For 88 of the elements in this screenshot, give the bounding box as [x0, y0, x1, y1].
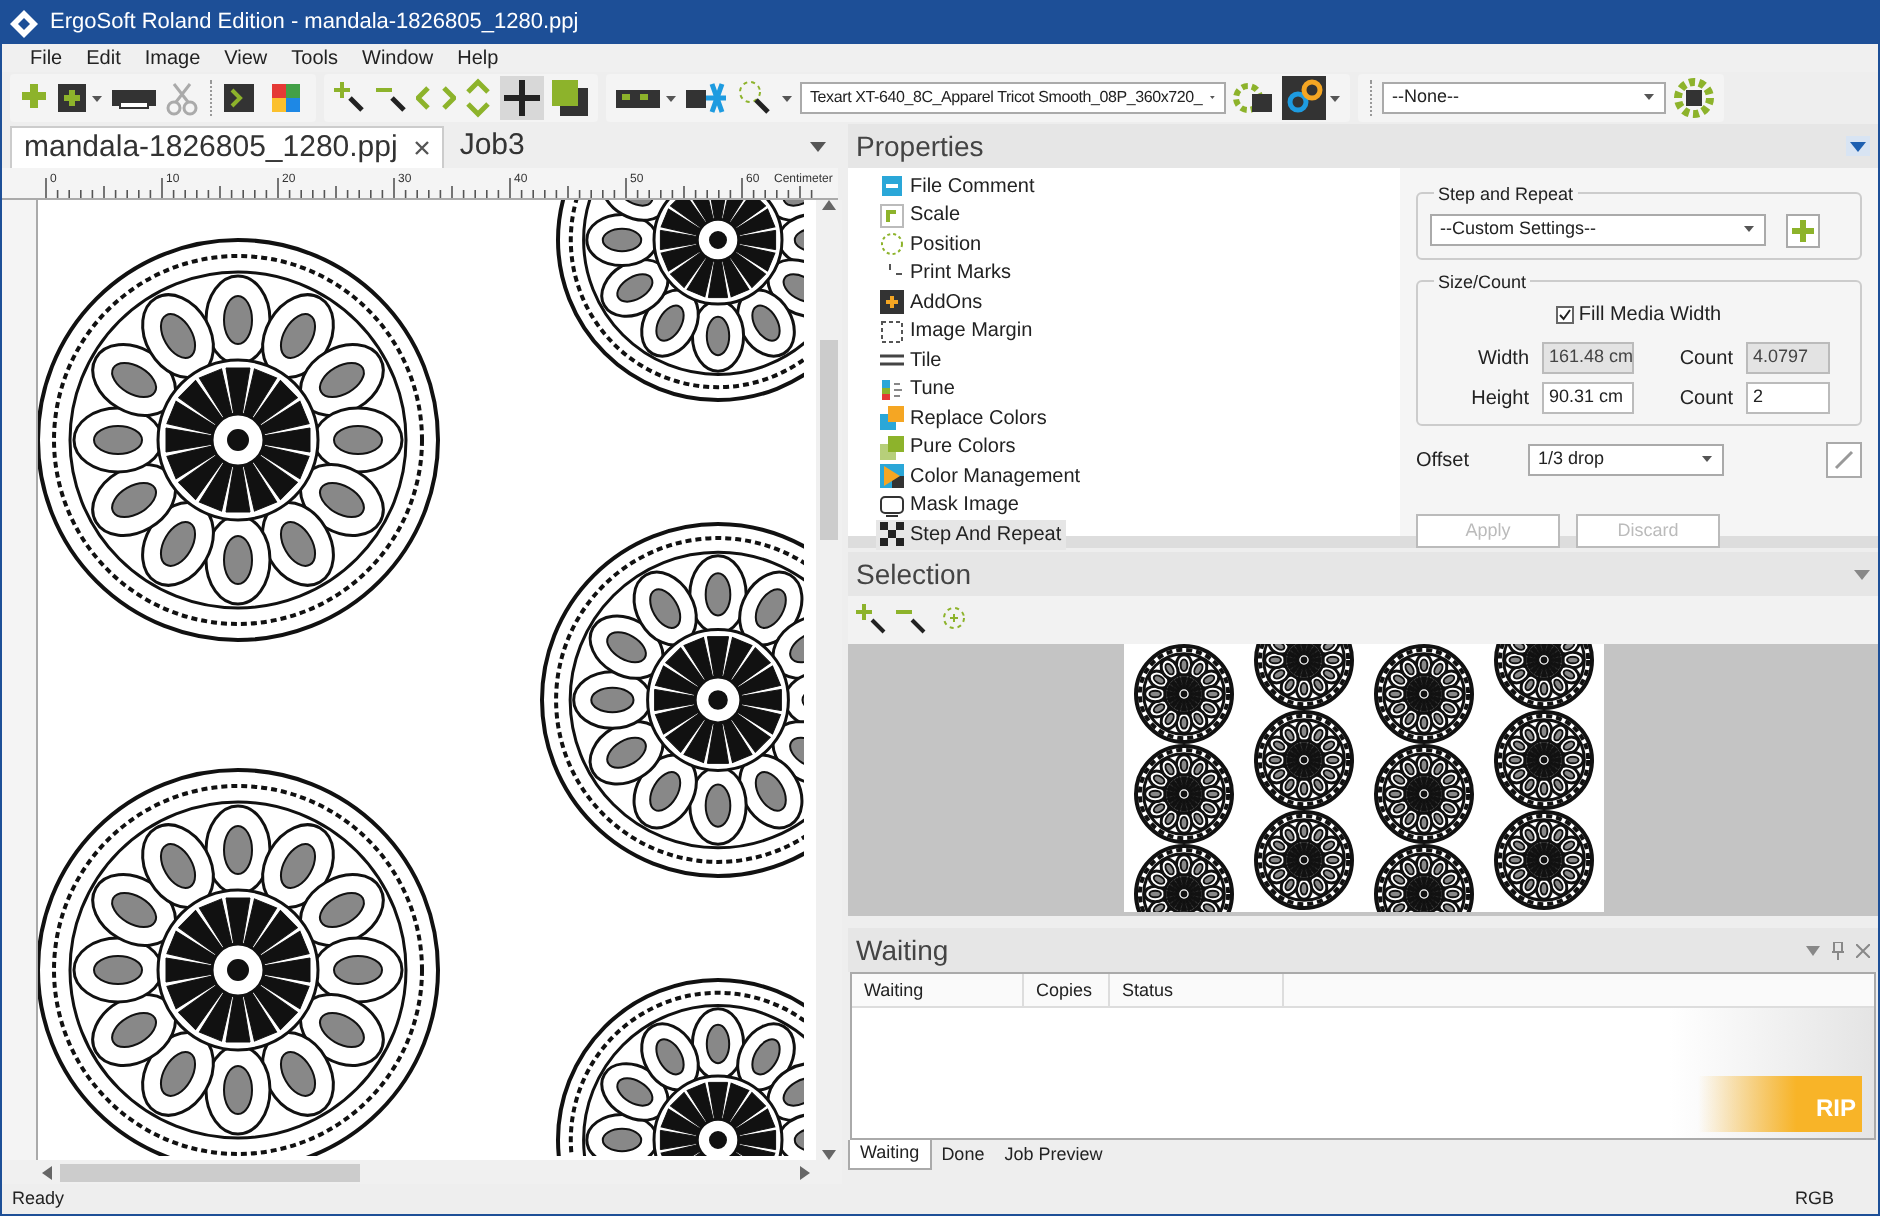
panel-tab[interactable]: Waiting: [848, 1140, 932, 1170]
crosshair-icon[interactable]: [500, 76, 544, 120]
property-item[interactable]: Image Margin: [876, 317, 1037, 346]
column-header: Status: [1110, 974, 1284, 1006]
group-title: Step and Repeat: [1434, 182, 1578, 209]
field-label: Count: [1677, 385, 1733, 413]
panel-title: Selection: [856, 555, 972, 593]
checkbox[interactable]: [1556, 306, 1575, 324]
property-item[interactable]: Tile: [876, 346, 946, 375]
property-item[interactable]: Position: [876, 230, 986, 259]
panel-tab[interactable]: Done: [931, 1140, 995, 1170]
pencil-icon: [1834, 450, 1854, 470]
printer-select[interactable]: Texart XT-640_8C_Apparel Tricot Smooth_08P_360x720_: [800, 82, 1226, 114]
dotted-circle-icon: [880, 232, 904, 257]
zoom-out-icon[interactable]: [896, 604, 928, 636]
field-label: Width: [1475, 345, 1529, 373]
property-item[interactable]: Print Marks: [876, 259, 1016, 288]
property-item[interactable]: Tune: [876, 375, 959, 404]
zoom-target-icon[interactable]: [734, 78, 794, 118]
property-item[interactable]: Color Management: [876, 462, 1085, 491]
caret-icon[interactable]: [810, 142, 826, 152]
checkbox-label: Fill Media Width: [1578, 302, 1722, 330]
monitor-icon: [880, 493, 904, 518]
input-field[interactable]: 2: [1745, 382, 1829, 414]
scrollbar-thumb[interactable]: [820, 340, 838, 540]
menu-item[interactable]: Window: [350, 43, 446, 73]
input-field[interactable]: 90.31 cm: [1541, 382, 1633, 414]
layers-icon[interactable]: [550, 78, 590, 118]
plus-square-icon: [880, 290, 904, 315]
property-item[interactable]: Pure Colors: [876, 433, 1020, 462]
caret-icon[interactable]: [1854, 569, 1870, 579]
close-icon[interactable]: [413, 140, 430, 156]
field-label: Count: [1677, 345, 1733, 373]
vertical-scrollbar[interactable]: [816, 200, 842, 1160]
dashed-frame-icon: [880, 319, 904, 344]
menu-item[interactable]: Image: [132, 43, 213, 73]
checkerboard-icon: [880, 522, 904, 547]
gear-icon[interactable]: [1672, 76, 1716, 120]
status-text: RGB: [1794, 1185, 1834, 1212]
caret-icon: [1702, 456, 1714, 464]
panel-title: Waiting: [856, 931, 949, 970]
network-icon[interactable]: [684, 80, 728, 116]
preset-select[interactable]: --Custom Settings--: [1430, 214, 1766, 246]
edit-button[interactable]: [1826, 442, 1862, 478]
column-header: Copies: [1024, 974, 1110, 1006]
zoom-in-icon[interactable]: [332, 80, 368, 116]
note-icon: [880, 174, 904, 199]
menu-item[interactable]: Help: [445, 43, 511, 73]
gears-icon[interactable]: [1282, 76, 1342, 120]
caret-icon: [1644, 94, 1656, 102]
field-label: Offset: [1416, 447, 1471, 475]
panel-title: Properties: [856, 127, 984, 166]
plus-icon: [1792, 219, 1814, 241]
caret-icon[interactable]: [1806, 945, 1820, 955]
scroll-right-icon[interactable]: [800, 1165, 810, 1179]
field-label: Height: [1469, 385, 1529, 413]
swatches-icon: [880, 435, 904, 460]
property-item[interactable]: AddOns: [876, 288, 987, 317]
swatches-icon: [880, 406, 904, 431]
panel-tab[interactable]: Job Preview: [994, 1140, 1113, 1170]
property-item[interactable]: Replace Colors: [876, 404, 1051, 433]
menu-item[interactable]: Edit: [74, 43, 133, 73]
offset-select[interactable]: 1/3 drop: [1528, 444, 1724, 476]
caret-icon: [1744, 226, 1756, 234]
menu-item[interactable]: Tools: [279, 43, 351, 73]
scale-icon: [880, 203, 904, 228]
play-square-icon: [880, 464, 904, 489]
document-tab[interactable]: Job3: [447, 126, 537, 168]
gear-icon[interactable]: [1232, 78, 1276, 118]
property-item[interactable]: Mask Image: [876, 491, 1023, 520]
add-square-icon[interactable]: [56, 80, 104, 116]
window-title: ErgoSoft Roland Edition - mandala-1826805_1280.ppj: [50, 8, 579, 39]
property-item[interactable]: Scale: [876, 201, 965, 230]
column-header: Waiting: [852, 974, 1024, 1006]
property-item[interactable]: File Comment: [876, 172, 1039, 201]
property-item[interactable]: Step And Repeat: [876, 520, 1066, 549]
pin-icon[interactable]: [1832, 941, 1844, 959]
document-tab[interactable]: mandala-1826805_1280.ppj: [10, 126, 444, 168]
status-text: Ready: [12, 1185, 65, 1212]
scroll-left-icon[interactable]: [42, 1165, 52, 1179]
bars-icon: [880, 377, 904, 402]
preset-select[interactable]: --None--: [1382, 82, 1666, 114]
menu-item[interactable]: View: [212, 43, 280, 73]
app-logo-icon: [10, 9, 38, 37]
dropdown-icon[interactable]: [1846, 136, 1870, 156]
scrollbar-thumb[interactable]: [60, 1163, 360, 1181]
menu-item[interactable]: File: [18, 43, 75, 73]
zoom-in-icon[interactable]: [856, 604, 888, 636]
